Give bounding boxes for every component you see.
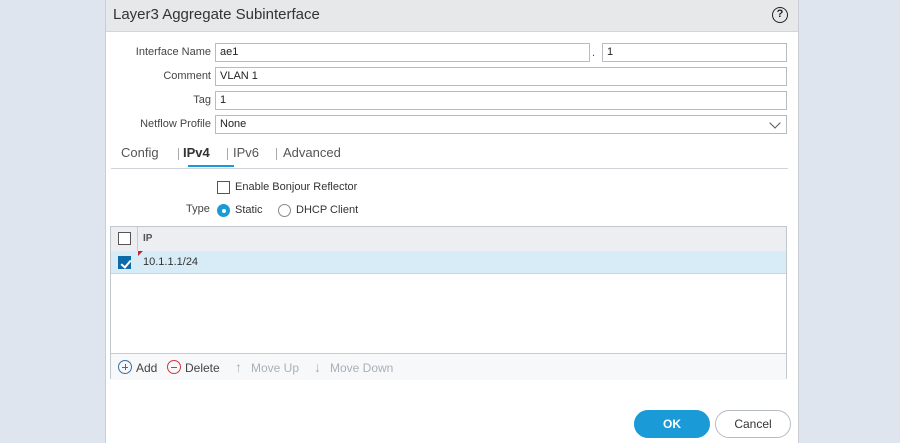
interface-name-separator: .	[592, 47, 596, 59]
table-row[interactable]: 10.1.1.1/24	[111, 251, 786, 274]
tab-divider	[276, 148, 277, 160]
dialog-titlebar: Layer3 Aggregate Subinterface ?	[106, 0, 798, 32]
arrow-down-icon: ↓	[314, 359, 321, 375]
add-icon[interactable]	[118, 360, 132, 374]
type-label: Type	[186, 203, 210, 215]
bonjour-reflector-label: Enable Bonjour Reflector	[235, 181, 358, 193]
netflow-profile-value: None	[220, 118, 247, 130]
tab-divider	[178, 148, 179, 160]
tag-label: Tag	[193, 94, 211, 106]
tab-divider	[227, 148, 228, 160]
ip-address-table: IP 10.1.1.1/24 Add Delete ↑ Move Up ↓ Mo…	[110, 226, 787, 380]
column-divider	[137, 227, 138, 251]
select-all-checkbox[interactable]	[118, 232, 131, 245]
tag-input[interactable]: 1	[215, 91, 787, 110]
netflow-profile-label: Netflow Profile	[140, 118, 211, 130]
ip-cell[interactable]: 10.1.1.1/24	[143, 256, 198, 268]
active-tab-indicator	[188, 165, 234, 167]
ip-column-header[interactable]: IP	[143, 233, 152, 244]
type-static-radio[interactable]	[217, 204, 230, 217]
tab-advanced[interactable]: Advanced	[283, 145, 341, 160]
comment-input[interactable]: VLAN 1	[215, 67, 787, 86]
delete-button[interactable]: Delete	[185, 361, 220, 375]
cancel-button[interactable]: Cancel	[715, 410, 791, 438]
arrow-up-icon: ↑	[235, 359, 242, 375]
move-down-button[interactable]: Move Down	[330, 361, 393, 375]
tab-config[interactable]: Config	[121, 145, 159, 160]
interface-name-input[interactable]: ae1	[215, 43, 590, 62]
dialog-title: Layer3 Aggregate Subinterface	[113, 6, 320, 23]
subinterface-number-input[interactable]: 1	[602, 43, 787, 62]
type-static-label: Static	[235, 204, 263, 216]
add-button[interactable]: Add	[136, 361, 157, 375]
table-header: IP	[111, 227, 786, 252]
help-icon[interactable]: ?	[772, 7, 788, 23]
type-dhcp-label: DHCP Client	[296, 204, 359, 216]
tab-ipv4[interactable]: IPv4	[183, 145, 210, 160]
netflow-profile-select[interactable]: None	[215, 115, 787, 134]
subinterface-dialog: Layer3 Aggregate Subinterface ? Interfac…	[105, 0, 799, 443]
row-checkbox[interactable]	[118, 256, 132, 269]
delete-icon[interactable]	[167, 360, 181, 374]
bonjour-reflector-checkbox[interactable]	[217, 181, 230, 194]
comment-label: Comment	[163, 70, 211, 82]
ok-button[interactable]: OK	[634, 410, 710, 438]
tab-bar-divider	[111, 168, 788, 169]
type-dhcp-radio[interactable]	[278, 204, 291, 217]
tab-ipv6[interactable]: IPv6	[233, 145, 259, 160]
interface-name-label: Interface Name	[135, 46, 211, 58]
table-toolbar: Add Delete ↑ Move Up ↓ Move Down	[111, 353, 786, 380]
check-icon	[119, 256, 132, 269]
move-up-button[interactable]: Move Up	[251, 361, 299, 375]
